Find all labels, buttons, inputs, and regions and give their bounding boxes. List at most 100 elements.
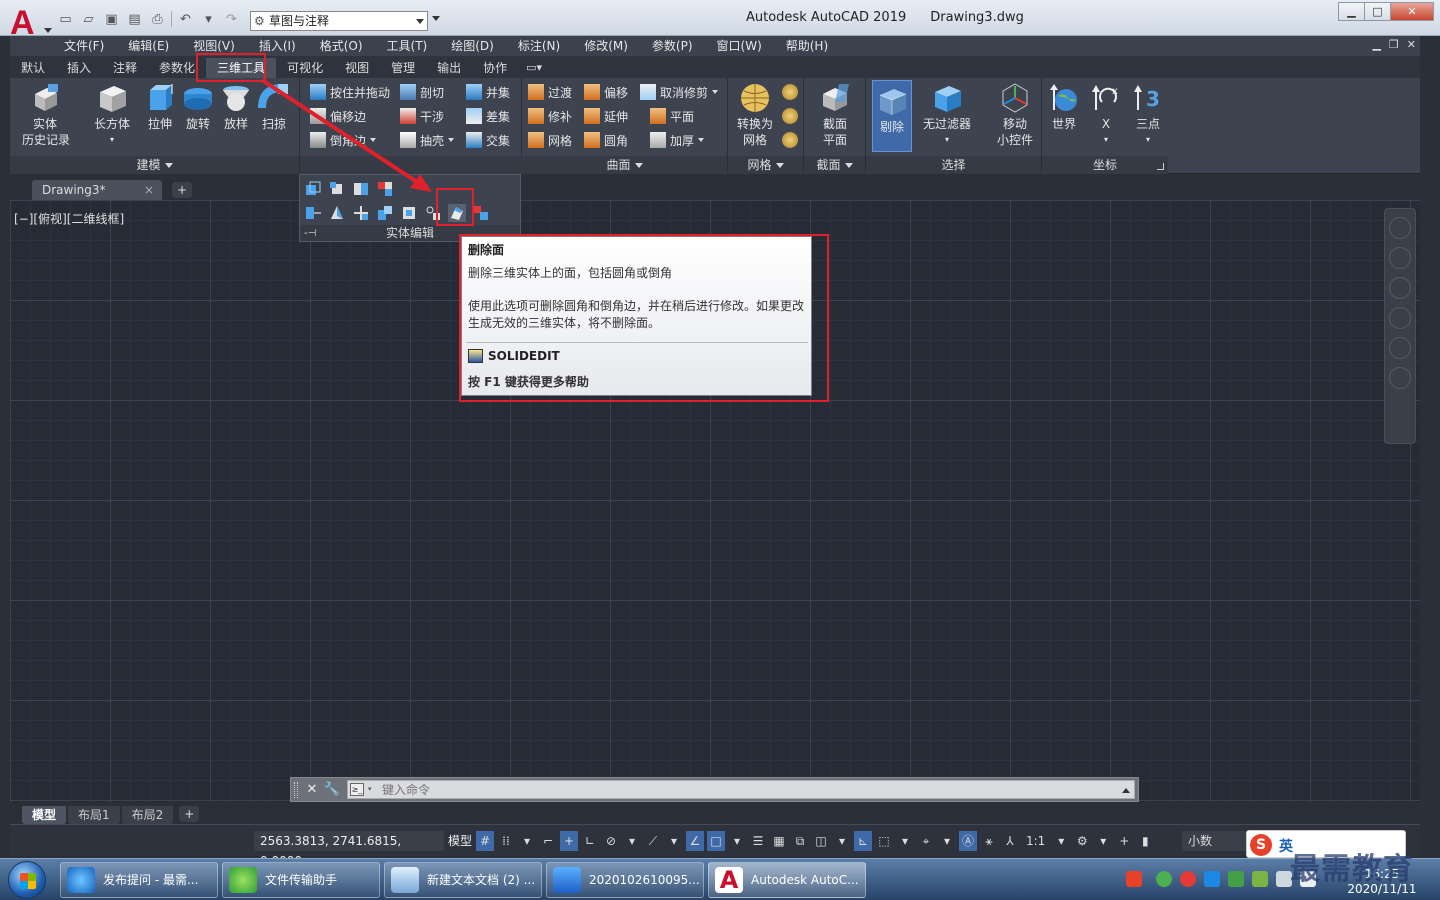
menu-tools[interactable]: 工具(T)	[375, 36, 440, 56]
extrude-faces-icon[interactable]	[304, 180, 322, 198]
menu-help[interactable]: 帮助(H)	[774, 36, 840, 56]
panel-label-section[interactable]: 截面	[804, 156, 865, 174]
undo-dropdown-icon[interactable]: ▾	[199, 10, 218, 28]
slice-button[interactable]: 剖切	[400, 82, 444, 102]
object-snap-icon[interactable]: □	[707, 831, 725, 851]
doc-minimize-icon[interactable]: ▁	[1372, 38, 1380, 51]
culling-toggle-button[interactable]: 剔除	[872, 80, 912, 152]
start-button[interactable]	[8, 861, 46, 899]
workspace-dropdown-icon[interactable]: ▾	[1094, 831, 1112, 851]
transparency-icon[interactable]: ▦	[770, 831, 788, 851]
close-button[interactable]: ✕	[1390, 2, 1434, 21]
panel-launcher-icon[interactable]	[1157, 163, 1164, 170]
menu-modify[interactable]: 修改(M)	[572, 36, 640, 56]
new-file-icon[interactable]: ▭	[56, 10, 75, 28]
annotation-scale-value[interactable]: 1:1	[1022, 831, 1049, 851]
annotation-monitor-icon[interactable]: +	[1115, 831, 1133, 851]
surface-network-button[interactable]: 网格	[528, 130, 572, 150]
customize-qat-icon[interactable]	[432, 16, 440, 21]
dynamic-input-icon[interactable]: +	[560, 831, 578, 851]
maximize-button[interactable]: □	[1364, 2, 1391, 21]
infer-constraints-icon[interactable]: ⌐	[539, 831, 557, 851]
auto-scale-icon[interactable]: ⚹	[980, 831, 998, 851]
print-icon[interactable]: ⎙	[148, 10, 167, 28]
network-status-icon[interactable]	[1228, 871, 1244, 887]
ucs-world-button[interactable]: 世界	[1044, 82, 1084, 132]
section-plane-button[interactable]: 截面 平面	[812, 82, 858, 148]
isodraft-dropdown-icon[interactable]: ▾	[665, 831, 683, 851]
sweep-button[interactable]: 扫掠	[252, 82, 296, 132]
tab-annotate[interactable]: 注释	[102, 58, 148, 78]
offset-faces-icon[interactable]	[352, 204, 370, 222]
surface-blend-button[interactable]: 过渡	[528, 82, 572, 102]
close-icon[interactable]: ✕	[303, 780, 321, 799]
menu-file[interactable]: 文件(F)	[10, 36, 116, 56]
separate-solids-icon[interactable]	[376, 204, 394, 222]
save-icon[interactable]: ▣	[102, 10, 121, 28]
gizmo-dropdown-icon[interactable]: ▾	[938, 831, 956, 851]
menu-edit[interactable]: 编辑(E)	[116, 36, 181, 56]
selection-filter-icon[interactable]: ⬚	[875, 831, 893, 851]
workspace-dropdown[interactable]: ⚙ 草图与注释	[250, 11, 428, 31]
save-as-icon[interactable]: ▤	[125, 10, 144, 28]
taskbar-item-ie[interactable]: 发布提问 - 最需...	[60, 862, 218, 898]
fillet-edge-button[interactable]: 倒角边	[310, 130, 377, 150]
panel-label-mesh[interactable]: 网格	[728, 156, 803, 174]
union-button[interactable]: 并集	[466, 82, 510, 102]
solid-history-button[interactable]: 实体 历史记录	[22, 82, 70, 148]
panel-label-surface[interactable]: 曲面	[522, 156, 727, 174]
minimize-button[interactable]: ▁	[1338, 2, 1365, 21]
taper-faces-icon[interactable]	[328, 180, 346, 198]
tab-default[interactable]: 默认	[10, 58, 56, 78]
ucs-x-button[interactable]: x X ▾	[1086, 82, 1126, 148]
menu-draw[interactable]: 绘图(D)	[439, 36, 506, 56]
units-dropdown[interactable]: 小数	[1182, 831, 1252, 851]
add-layout-button[interactable]: +	[179, 806, 200, 822]
viewport-controls[interactable]: [−][俯视][二维线框]	[14, 210, 124, 227]
application-menu-button[interactable]: A	[10, 6, 52, 40]
shell-button[interactable]: 抽壳	[400, 130, 455, 150]
annotation-scale-icon[interactable]: ⅄	[1001, 831, 1019, 851]
close-icon[interactable]: ×	[144, 180, 154, 200]
tab-visualize[interactable]: 可视化	[276, 58, 334, 78]
layout-tab-layout1[interactable]: 布局1	[68, 806, 120, 824]
wechat-tray-icon[interactable]	[1156, 871, 1172, 887]
layout-tab-model[interactable]: 模型	[22, 806, 67, 824]
surface-patch-button[interactable]: 修补	[528, 106, 572, 126]
surface-thicken-button[interactable]: 加厚	[650, 130, 705, 150]
mesh-smooth-more-button[interactable]	[782, 82, 802, 102]
chevron-up-icon[interactable]	[1122, 788, 1130, 793]
check-solid-icon[interactable]	[472, 204, 490, 222]
command-input[interactable]	[382, 781, 1082, 798]
scale-dropdown-icon[interactable]: ▾	[1052, 831, 1070, 851]
file-tab-drawing3[interactable]: Drawing3* ×	[32, 180, 162, 200]
showmotion-icon[interactable]	[1389, 367, 1411, 389]
security-shield-icon[interactable]	[1204, 871, 1220, 887]
redo-icon[interactable]: ↷	[222, 10, 241, 28]
steering-wheel-icon[interactable]	[1389, 247, 1411, 269]
ribbon-display-toggle-icon[interactable]: ▭▾	[518, 58, 550, 78]
taskbar-item-video[interactable]: 2020102610095...	[546, 862, 704, 898]
mesh-refine-button[interactable]	[782, 130, 802, 150]
viewcube-icon[interactable]	[1389, 217, 1411, 239]
command-input-box[interactable]: ≥_ ▾	[347, 780, 1135, 799]
surface-extend-button[interactable]: 延伸	[584, 106, 628, 126]
tab-manage[interactable]: 管理	[380, 58, 426, 78]
doc-close-icon[interactable]: ✕	[1407, 38, 1416, 51]
surface-planar-button[interactable]: 平面	[650, 106, 694, 126]
lineweight-icon[interactable]: ☰	[749, 831, 767, 851]
layout-tab-layout2[interactable]: 布局2	[121, 806, 174, 824]
intersect-button[interactable]: 交集	[466, 130, 510, 150]
workspace-gear-icon[interactable]: ⚙	[1073, 831, 1091, 851]
zoom-icon[interactable]	[1389, 307, 1411, 329]
surface-untrim-button[interactable]: 取消修剪	[640, 82, 719, 102]
grid-icon[interactable]: #	[476, 831, 494, 851]
units-icon[interactable]: ▮	[1136, 831, 1154, 851]
rotate-faces-icon[interactable]	[328, 204, 346, 222]
pin-panel-icon[interactable]: -⊣	[304, 228, 316, 239]
interfere-button[interactable]: 干涉	[400, 106, 444, 126]
imprint-icon[interactable]	[400, 204, 418, 222]
dynamic-ucs-icon[interactable]: ⊾	[854, 831, 872, 851]
chevron-down-icon[interactable]: ▾	[368, 785, 372, 793]
snap-icon[interactable]: ⁞⁞	[497, 831, 515, 851]
